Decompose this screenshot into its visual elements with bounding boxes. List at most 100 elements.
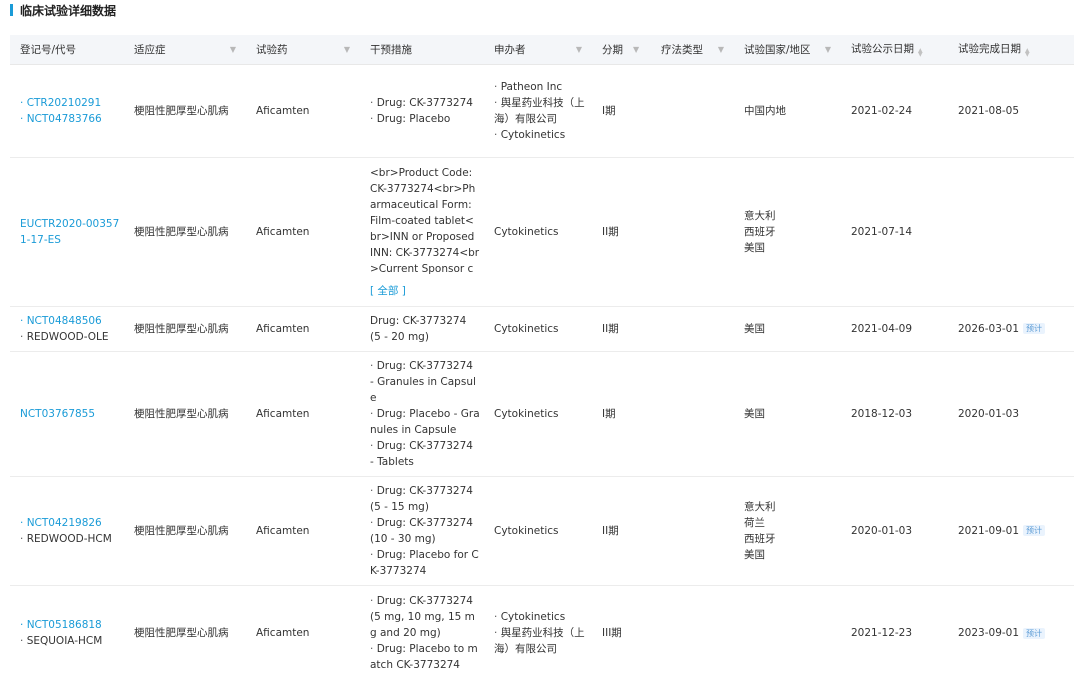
table-row: EUCTR2020-003571-17-ES 梗阻性肥厚型心肌病 Aficamt… [10,157,1074,307]
cell-therapy [651,351,734,477]
cell-end-date: 2021-08-05 [948,64,1074,158]
cell-phase: II期 [592,306,651,352]
reg-link[interactable]: EUCTR2020-003571-17-ES [20,218,119,246]
sort-icon[interactable]: ▲ ▼ [1025,48,1030,58]
cell-therapy [651,306,734,352]
cell-phase: I期 [592,64,651,158]
reg-link[interactable]: CTR20210291 [20,95,120,111]
trials-table-wrapper: 登记号/代号 适应症 ▼ 试验药 ▼ 干预措施 申办者 ▼ 分期 ▼ 疗法类型 ▼ 试验国… [10,35,1074,674]
section-title-text: 临床试验详细数据 [20,3,117,18]
cell-end-date: 2026-03-01 预计 [948,306,1074,352]
table-row: NCT04848506 REDWOOD-OLE 梗阻性肥厚型心肌病 Aficam… [10,306,1074,352]
cell-end-date: 2021-09-01 预计 [948,476,1074,586]
table-row: NCT03767855 梗阻性肥厚型心肌病 Aficamten Drug: CK… [10,351,1074,477]
cell-reg: NCT03767855 [10,351,124,477]
cell-drug: Aficamten [246,351,360,477]
reg-link[interactable]: NCT05186818 [20,617,120,633]
cell-phase: I期 [592,351,651,477]
cell-phase: III期 [592,585,651,674]
section-title-accent-bar [10,4,13,16]
reg-link[interactable]: NCT04219826 [20,515,120,531]
table-header-row: 登记号/代号 适应症 ▼ 试验药 ▼ 干预措施 申办者 ▼ 分期 ▼ 疗法类型 ▼ 试验国… [10,35,1074,65]
col-header-indication[interactable]: 适应症 ▼ [124,35,246,65]
col-header-drug[interactable]: 试验药 ▼ [246,35,360,65]
estimated-badge: 预计 [1023,525,1046,536]
filter-icon[interactable]: ▼ [718,45,724,54]
cell-intervention: Drug: CK-3773274 (5 mg, 10 mg, 15 mg and… [360,585,484,674]
section-title: 临床试验详细数据 [10,0,116,20]
cell-reg: EUCTR2020-003571-17-ES [10,157,124,307]
trials-table: 登记号/代号 适应症 ▼ 试验药 ▼ 干预措施 申办者 ▼ 分期 ▼ 疗法类型 ▼ 试验国… [10,35,1074,674]
cell-therapy [651,64,734,158]
col-header-intervention: 干预措施 [360,35,484,65]
cell-indication: 梗阻性肥厚型心肌病 [124,351,246,477]
cell-therapy [651,476,734,586]
cell-country: 中国内地 [734,64,841,158]
col-header-therapy[interactable]: 疗法类型 ▼ [651,35,734,65]
cell-end-date [948,157,1074,307]
cell-drug: Aficamten [246,157,360,307]
reg-link[interactable]: NCT04848506 [20,313,120,329]
cell-drug: Aficamten [246,476,360,586]
cell-drug: Aficamten [246,64,360,158]
cell-intervention: Drug: CK-3773274 Drug: Placebo [360,64,484,158]
cell-reg: NCT04219826 REDWOOD-HCM [10,476,124,586]
filter-icon[interactable]: ▼ [576,45,582,54]
cell-country [734,585,841,674]
cell-country: 意大利 西班牙 美国 [734,157,841,307]
reg-link[interactable]: NCT04783766 [20,111,120,127]
cell-intervention: <br>Product Code: CK-3773274<br>Pharmace… [360,157,484,307]
cell-pub-date: 2021-02-24 [841,64,948,158]
cell-reg: NCT05186818 SEQUOIA-HCM [10,585,124,674]
cell-phase: II期 [592,157,651,307]
cell-phase: II期 [592,476,651,586]
estimated-badge: 预计 [1023,323,1046,334]
col-header-phase[interactable]: 分期 ▼ [592,35,651,65]
expand-all-link[interactable]: [ 全部 ] [370,283,480,299]
cell-drug: Aficamten [246,585,360,674]
cell-sponsor: Cytokinetics [484,306,592,352]
cell-end-date: 2023-09-01 预计 [948,585,1074,674]
cell-intervention: Drug: CK-3773274 (5 - 15 mg) Drug: CK-37… [360,476,484,586]
filter-icon[interactable]: ▼ [825,45,831,54]
cell-reg: NCT04848506 REDWOOD-OLE [10,306,124,352]
cell-indication: 梗阻性肥厚型心肌病 [124,476,246,586]
cell-country: 意大利 荷兰 西班牙 美国 [734,476,841,586]
col-header-pub-date[interactable]: 试验公示日期 ▲ ▼ [841,35,948,65]
col-header-country[interactable]: 试验国家/地区 ▼ [734,35,841,65]
col-header-sponsor[interactable]: 申办者 ▼ [484,35,592,65]
cell-sponsor: Cytokinetics 舆星药业科技（上海）有限公司 [484,585,592,674]
cell-therapy [651,585,734,674]
col-header-end-date[interactable]: 试验完成日期 ▲ ▼ [948,35,1074,65]
table-row: NCT05186818 SEQUOIA-HCM 梗阻性肥厚型心肌病 Aficam… [10,585,1074,674]
cell-therapy [651,157,734,307]
cell-sponsor: Cytokinetics [484,157,592,307]
estimated-badge: 预计 [1023,627,1046,639]
cell-sponsor: Cytokinetics [484,476,592,586]
cell-indication: 梗阻性肥厚型心肌病 [124,64,246,158]
cell-end-date: 2020-01-03 [948,351,1074,477]
cell-pub-date: 2020-01-03 [841,476,948,586]
cell-indication: 梗阻性肥厚型心肌病 [124,585,246,674]
cell-intervention: Drug: CK-3773274 (5 - 20 mg) [360,306,484,352]
filter-icon[interactable]: ▼ [230,45,236,54]
cell-drug: Aficamten [246,306,360,352]
filter-icon[interactable]: ▼ [344,45,350,54]
sort-icon[interactable]: ▲ ▼ [918,48,923,58]
cell-sponsor: Patheon Inc 舆星药业科技（上海）有限公司 Cytokinetics [484,64,592,158]
cell-intervention: Drug: CK-3773274 - Granules in Capsule D… [360,351,484,477]
cell-country: 美国 [734,351,841,477]
col-header-reg: 登记号/代号 [10,35,124,65]
cell-pub-date: 2021-04-09 [841,306,948,352]
filter-icon[interactable]: ▼ [633,45,639,54]
cell-country: 美国 [734,306,841,352]
cell-indication: 梗阻性肥厚型心肌病 [124,306,246,352]
cell-sponsor: Cytokinetics [484,351,592,477]
cell-reg: CTR20210291 NCT04783766 [10,64,124,158]
table-row: NCT04219826 REDWOOD-HCM 梗阻性肥厚型心肌病 Aficam… [10,476,1074,586]
cell-pub-date: 2021-07-14 [841,157,948,307]
reg-link[interactable]: NCT03767855 [20,408,95,420]
cell-pub-date: 2021-12-23 [841,585,948,674]
table-row: CTR20210291 NCT04783766 梗阻性肥厚型心肌病 Aficam… [10,64,1074,158]
cell-pub-date: 2018-12-03 [841,351,948,477]
